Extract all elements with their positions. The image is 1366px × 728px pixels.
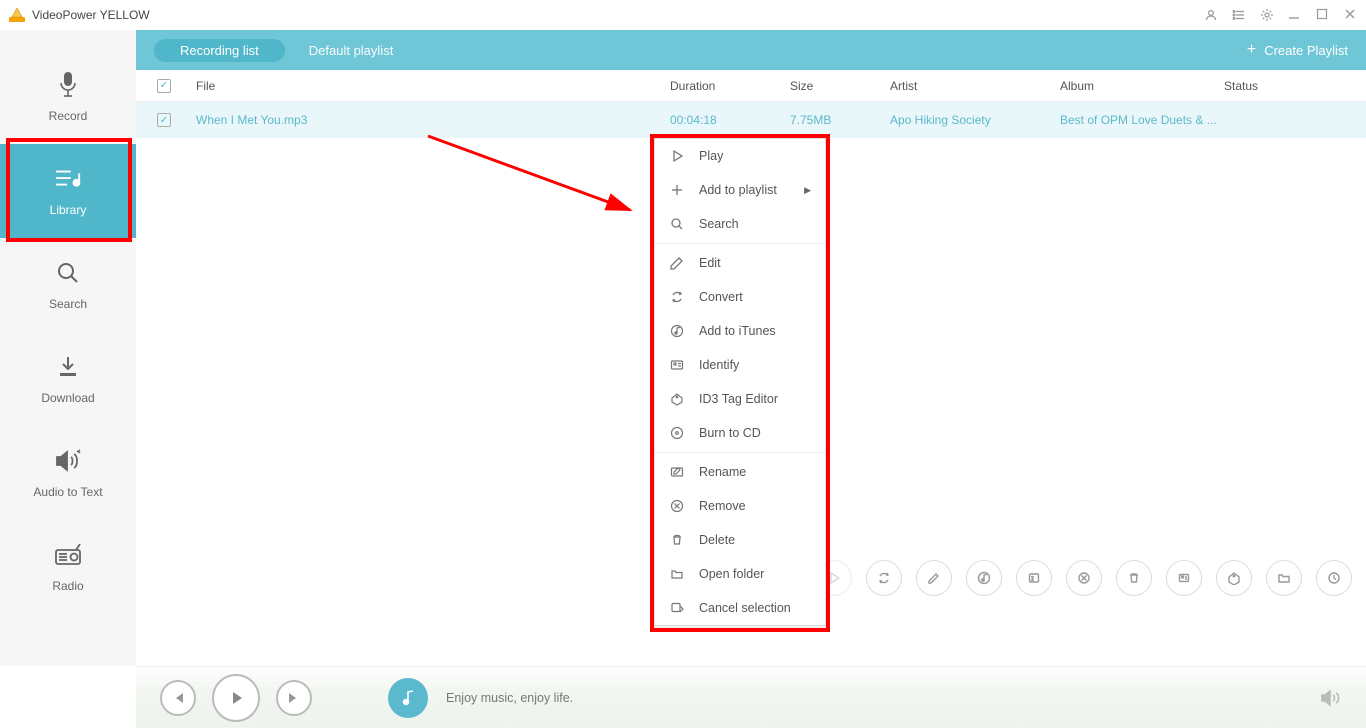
sidebar-item-download[interactable]: Download bbox=[0, 332, 136, 426]
tab-bar: Recording list Default playlist + Create… bbox=[136, 30, 1366, 70]
tool-id3-button[interactable] bbox=[1016, 560, 1052, 596]
cell-duration: 00:04:18 bbox=[670, 113, 790, 127]
tool-itunes-button[interactable] bbox=[966, 560, 1002, 596]
menu-identify[interactable]: Identify bbox=[655, 348, 825, 382]
cell-album: Best of OPM Love Duets & ... bbox=[1060, 113, 1224, 127]
sidebar-item-label: Record bbox=[49, 109, 88, 123]
tag-icon bbox=[669, 391, 685, 407]
cell-artist: Apo Hiking Society bbox=[890, 113, 1060, 127]
sidebar-item-label: Library bbox=[50, 203, 87, 217]
prev-button[interactable] bbox=[160, 680, 196, 716]
menu-edit[interactable]: Edit bbox=[655, 246, 825, 280]
menu-add-playlist[interactable]: Add to playlist▶ bbox=[655, 173, 825, 207]
next-button[interactable] bbox=[276, 680, 312, 716]
col-artist[interactable]: Artist bbox=[890, 79, 1060, 93]
context-menu: Play Add to playlist▶ Search Edit Conver… bbox=[654, 138, 826, 626]
create-playlist-button[interactable]: + Create Playlist bbox=[1247, 41, 1348, 59]
speaker-icon bbox=[54, 447, 82, 475]
sidebar-item-audiototext[interactable]: Audio to Text bbox=[0, 426, 136, 520]
sidebar-item-radio[interactable]: Radio bbox=[0, 520, 136, 614]
sidebar: Record Library Search Download Audio to … bbox=[0, 30, 136, 666]
minimize-icon[interactable] bbox=[1288, 8, 1302, 22]
tool-history-button[interactable] bbox=[1316, 560, 1352, 596]
list-icon[interactable] bbox=[1232, 8, 1246, 22]
search-icon bbox=[669, 216, 685, 232]
tab-default-playlist[interactable]: Default playlist bbox=[309, 43, 394, 58]
title-bar: VideoPower YELLOW bbox=[0, 0, 1366, 30]
action-toolbar bbox=[816, 560, 1352, 596]
play-icon bbox=[669, 148, 685, 164]
search-icon bbox=[54, 259, 82, 287]
menu-open-folder[interactable]: Open folder bbox=[655, 557, 825, 591]
app-title: VideoPower YELLOW bbox=[32, 8, 150, 22]
album-art-icon bbox=[388, 678, 428, 718]
microphone-icon bbox=[54, 71, 82, 99]
remove-icon bbox=[669, 498, 685, 514]
menu-search[interactable]: Search bbox=[655, 207, 825, 241]
tool-delete-button[interactable] bbox=[1116, 560, 1152, 596]
tab-recording-list[interactable]: Recording list bbox=[154, 39, 285, 62]
col-duration[interactable]: Duration bbox=[670, 79, 790, 93]
row-checkbox[interactable]: ✓ bbox=[157, 113, 171, 127]
account-icon[interactable] bbox=[1204, 8, 1218, 22]
table-header: ✓ File Duration Size Artist Album Status bbox=[136, 70, 1366, 102]
table-row[interactable]: ✓ When I Met You.mp3 00:04:18 7.75MB Apo… bbox=[136, 102, 1366, 138]
sidebar-item-label: Search bbox=[49, 297, 87, 311]
convert-icon bbox=[669, 289, 685, 305]
create-playlist-label: Create Playlist bbox=[1264, 43, 1348, 58]
folder-icon bbox=[669, 566, 685, 582]
menu-rename[interactable]: Rename bbox=[655, 455, 825, 489]
sidebar-item-library[interactable]: Library bbox=[0, 144, 136, 238]
cell-file: When I Met You.mp3 bbox=[192, 113, 670, 127]
rename-icon bbox=[669, 464, 685, 480]
menu-add-itunes[interactable]: Add to iTunes bbox=[655, 314, 825, 348]
col-status[interactable]: Status bbox=[1224, 79, 1366, 93]
tool-folder-button[interactable] bbox=[1266, 560, 1302, 596]
sidebar-item-record[interactable]: Record bbox=[0, 50, 136, 144]
trash-icon bbox=[669, 532, 685, 548]
sidebar-item-label: Download bbox=[41, 391, 94, 405]
maximize-icon[interactable] bbox=[1316, 8, 1330, 22]
menu-convert[interactable]: Convert bbox=[655, 280, 825, 314]
menu-play[interactable]: Play bbox=[655, 139, 825, 173]
identify-icon bbox=[669, 357, 685, 373]
sidebar-item-label: Audio to Text bbox=[33, 485, 102, 499]
app-icon bbox=[8, 6, 26, 24]
menu-id3[interactable]: ID3 Tag Editor bbox=[655, 382, 825, 416]
sidebar-item-label: Radio bbox=[52, 579, 83, 593]
col-file[interactable]: File bbox=[192, 79, 670, 93]
plus-icon bbox=[669, 182, 685, 198]
menu-cancel-selection[interactable]: Cancel selection bbox=[655, 591, 825, 625]
window-controls bbox=[1204, 8, 1358, 22]
plus-icon: + bbox=[1247, 41, 1256, 59]
download-icon bbox=[54, 353, 82, 381]
submenu-arrow-icon: ▶ bbox=[804, 185, 811, 196]
cancel-icon bbox=[669, 600, 685, 616]
close-icon[interactable] bbox=[1344, 8, 1358, 22]
tool-identify-button[interactable] bbox=[1166, 560, 1202, 596]
tool-tag-button[interactable] bbox=[1216, 560, 1252, 596]
menu-remove[interactable]: Remove bbox=[655, 489, 825, 523]
select-all-checkbox[interactable]: ✓ bbox=[157, 79, 171, 93]
col-album[interactable]: Album bbox=[1060, 79, 1224, 93]
sidebar-item-search[interactable]: Search bbox=[0, 238, 136, 332]
gear-icon[interactable] bbox=[1260, 8, 1274, 22]
pencil-icon bbox=[669, 255, 685, 271]
cell-size: 7.75MB bbox=[790, 113, 890, 127]
itunes-icon bbox=[669, 323, 685, 339]
radio-icon bbox=[54, 541, 82, 569]
tool-convert-button[interactable] bbox=[866, 560, 902, 596]
cd-icon bbox=[669, 425, 685, 441]
tool-edit-button[interactable] bbox=[916, 560, 952, 596]
player-bar: Enjoy music, enjoy life. bbox=[136, 666, 1366, 728]
menu-burn[interactable]: Burn to CD bbox=[655, 416, 825, 450]
volume-button[interactable] bbox=[1320, 689, 1342, 707]
library-icon bbox=[54, 165, 82, 193]
col-size[interactable]: Size bbox=[790, 79, 890, 93]
now-playing-text: Enjoy music, enjoy life. bbox=[446, 691, 573, 705]
menu-delete[interactable]: Delete bbox=[655, 523, 825, 557]
tool-remove-button[interactable] bbox=[1066, 560, 1102, 596]
play-button[interactable] bbox=[212, 674, 260, 722]
